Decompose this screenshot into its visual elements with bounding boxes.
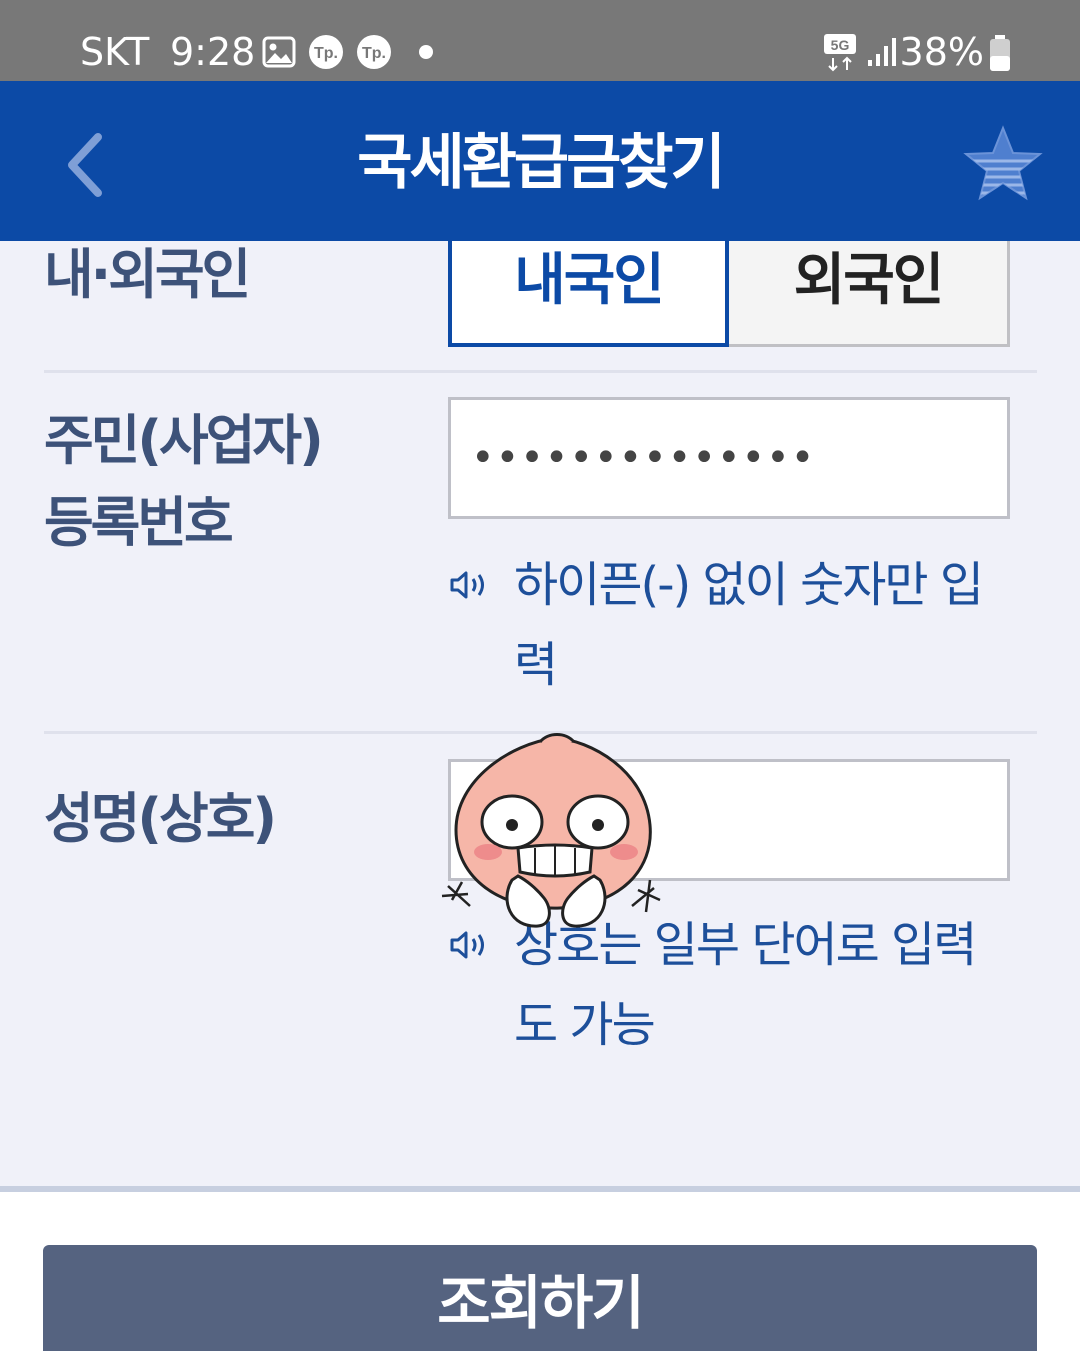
dot-icon — [419, 45, 433, 59]
name-label: 성명(상호) — [44, 787, 277, 850]
registration-number-label-line2: 등록번호 — [44, 491, 234, 554]
nationality-option-domestic[interactable]: 내국인 — [448, 241, 729, 347]
registration-number-input[interactable]: •••••••••••••• — [448, 397, 1010, 519]
screen: SKT 9:28 Tp. Tp. 5G 38% 국세환급금찾기 내·외국인 내국… — [0, 0, 1080, 1351]
svg-text:Tp.: Tp. — [362, 45, 386, 62]
status-bar: SKT 9:28 Tp. Tp. 5G 38% — [0, 0, 1080, 81]
time-label: 9:28 — [170, 30, 256, 74]
star-icon — [963, 125, 1043, 201]
search-submit-button[interactable]: 조회하기 — [43, 1245, 1037, 1351]
battery-icon — [990, 35, 1010, 71]
signal-icon — [868, 38, 896, 66]
registration-number-help: 하이픈(-) 없이 숫자만 입 력 — [448, 545, 1008, 705]
app-bar: 국세환급금찾기 — [0, 81, 1080, 241]
svg-text:5G: 5G — [831, 37, 850, 53]
carrier-label: SKT — [80, 30, 150, 74]
gallery-icon — [262, 36, 296, 68]
registration-number-label-line1: 주민(사업자) — [44, 409, 324, 472]
tp-icon: Tp. — [357, 35, 391, 69]
speaker-icon[interactable] — [448, 567, 492, 603]
name-help-line2: 도 가능 — [514, 997, 656, 1053]
svg-text:Tp.: Tp. — [314, 45, 338, 62]
registration-number-value: •••••••••••••• — [471, 435, 816, 481]
nationality-option-foreign[interactable]: 외국인 — [729, 241, 1010, 347]
battery-label: 38% — [899, 30, 984, 74]
page-title: 국세환급금찾기 — [357, 128, 725, 198]
peach-sticker-icon — [441, 733, 661, 928]
nationality-label: 내·외국인 — [44, 243, 251, 306]
favorite-button[interactable] — [960, 123, 1046, 203]
divider — [44, 370, 1037, 373]
registration-number-help-line2: 력 — [514, 637, 558, 693]
registration-number-help-line1: 하이픈(-) 없이 숫자만 입 — [514, 557, 984, 613]
tp-icon: Tp. — [309, 35, 343, 69]
5g-icon: 5G — [824, 34, 856, 72]
